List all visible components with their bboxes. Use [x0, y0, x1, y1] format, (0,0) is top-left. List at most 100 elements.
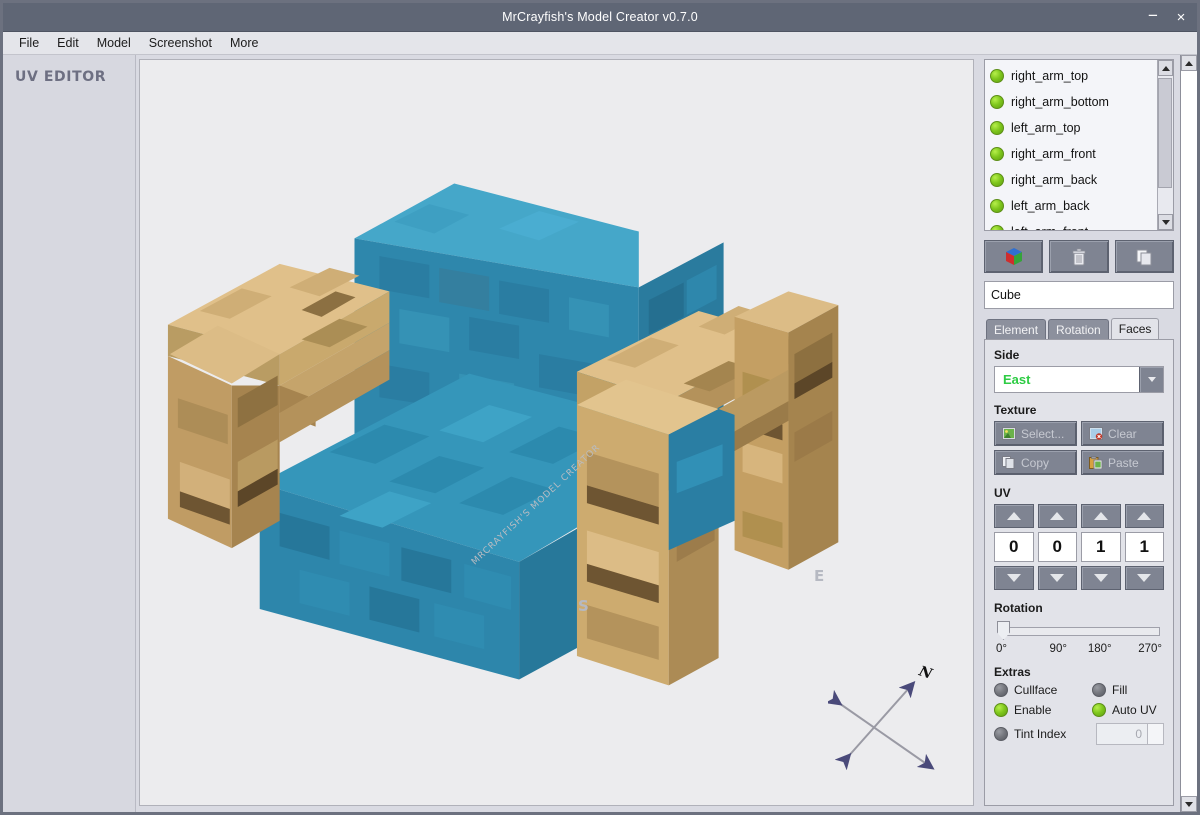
list-item[interactable]: left_arm_top: [990, 115, 1157, 141]
scroll-down-button[interactable]: [1158, 214, 1173, 230]
uv-decrement-v1[interactable]: [1037, 566, 1077, 590]
extras-options: Cullface Fill Enable Auto UV Tint Index …: [994, 683, 1164, 745]
application-window: MrCrayfish's Model Creator v0.7.0 − × Fi…: [0, 0, 1200, 815]
texture-copy-button[interactable]: Copy: [994, 450, 1077, 475]
rotation-tick-0: 0°: [996, 643, 1007, 655]
chevron-down-icon: [1161, 219, 1170, 225]
list-item[interactable]: right_arm_back: [990, 167, 1157, 193]
extras-autouv-label: Auto UV: [1112, 703, 1157, 717]
list-item[interactable]: right_arm_front: [990, 141, 1157, 167]
tab-element[interactable]: Element: [986, 319, 1047, 340]
chevron-up-icon: [1137, 512, 1152, 520]
copy-element-button[interactable]: [1114, 240, 1174, 273]
extras-autouv-toggle[interactable]: Auto UV: [1092, 703, 1164, 717]
chevron-up-icon: [1050, 512, 1065, 520]
tint-index-value: 0: [1135, 727, 1142, 741]
list-item[interactable]: right_arm_top: [990, 63, 1157, 89]
main-vertical-scrollbar[interactable]: [1180, 55, 1197, 812]
side-dropdown-arrow[interactable]: [1139, 367, 1163, 392]
tab-rotation[interactable]: Rotation: [1048, 319, 1109, 340]
scrollbar-thumb[interactable]: [1158, 78, 1172, 188]
property-tabs: Element Rotation Faces: [984, 318, 1174, 340]
uv-decrement-u1[interactable]: [994, 566, 1034, 590]
menu-edit[interactable]: Edit: [49, 34, 87, 52]
texture-copy-label: Copy: [1021, 455, 1050, 470]
tab-faces[interactable]: Faces: [1110, 318, 1160, 340]
main-body: UV EDITOR MRCRAYFISH'S MODEL CREATOR S E…: [3, 55, 1197, 812]
uv-section-label: UV: [994, 486, 1011, 500]
tint-index-input[interactable]: 0: [1096, 723, 1164, 745]
minimize-button[interactable]: −: [1145, 7, 1161, 24]
model-viewport[interactable]: MRCRAYFISH'S MODEL CREATOR S E N: [139, 59, 974, 806]
rotation-section-label: Rotation: [994, 601, 1043, 615]
toggle-led-icon: [994, 683, 1008, 697]
menu-file[interactable]: File: [11, 34, 47, 52]
close-button[interactable]: ×: [1173, 10, 1189, 25]
extras-fill-label: Fill: [1112, 683, 1128, 697]
main-scroll-up-button[interactable]: [1181, 55, 1197, 71]
chevron-up-icon: [1006, 512, 1021, 520]
extras-cullface-toggle[interactable]: Cullface: [994, 683, 1092, 697]
compass-widget: N: [824, 663, 938, 785]
side-dropdown[interactable]: East: [994, 366, 1164, 393]
uv-decrement-v2[interactable]: [1124, 566, 1164, 590]
menu-model[interactable]: Model: [89, 34, 139, 52]
texture-paste-label: Paste: [1108, 455, 1139, 470]
list-item[interactable]: left_arm_front: [990, 219, 1157, 230]
toggle-led-icon: [1092, 703, 1106, 717]
tint-index-spinner[interactable]: [1147, 724, 1163, 744]
uv-increment-u1[interactable]: [994, 504, 1034, 528]
list-item[interactable]: left_arm_back: [990, 193, 1157, 219]
texture-paste-button[interactable]: Paste: [1081, 450, 1164, 475]
uv-editor-title: UV EDITOR: [15, 69, 107, 85]
uv-value-u1[interactable]: 0: [994, 532, 1034, 562]
uv-decrement-u2[interactable]: [1081, 566, 1121, 590]
viewport-container: MRCRAYFISH'S MODEL CREATOR S E N: [136, 55, 980, 812]
right-panel: right_arm_top right_arm_bottom left_arm_…: [980, 55, 1180, 812]
delete-element-button[interactable]: [1049, 240, 1109, 273]
side-dropdown-value: East: [1003, 372, 1031, 387]
title-bar: MrCrayfish's Model Creator v0.7.0 − ×: [3, 3, 1197, 32]
uv-increment-u2[interactable]: [1081, 504, 1121, 528]
menu-screenshot[interactable]: Screenshot: [141, 34, 220, 52]
extras-fill-toggle[interactable]: Fill: [1092, 683, 1164, 697]
uv-value-v1[interactable]: 0: [1037, 532, 1077, 562]
extras-tintindex-toggle[interactable]: Tint Index: [994, 723, 1092, 745]
extras-enable-toggle[interactable]: Enable: [994, 703, 1092, 717]
rotation-slider-thumb[interactable]: [997, 621, 1010, 640]
texture-clear-button[interactable]: Clear: [1081, 421, 1164, 446]
element-name-input[interactable]: Cube: [984, 281, 1174, 309]
elements-list[interactable]: right_arm_top right_arm_bottom left_arm_…: [984, 59, 1174, 231]
main-scroll-down-button[interactable]: [1181, 796, 1197, 812]
toggle-led-icon: [1092, 683, 1106, 697]
texture-select-button[interactable]: Select...: [994, 421, 1077, 446]
scroll-up-button[interactable]: [1158, 60, 1173, 76]
list-item-label: right_arm_back: [1011, 173, 1098, 187]
rotation-slider-track[interactable]: [1004, 627, 1160, 636]
texture-buttons: Select... Clear Copy Paste: [994, 421, 1164, 475]
extras-cullface-label: Cullface: [1014, 683, 1058, 697]
texture-clear-label: Clear: [1108, 426, 1137, 441]
window-title: MrCrayfish's Model Creator v0.7.0: [502, 10, 698, 24]
list-item-label: right_arm_top: [1011, 69, 1089, 83]
uv-increment-v1[interactable]: [1037, 504, 1077, 528]
uv-value-u2[interactable]: 1: [1081, 532, 1121, 562]
duplicate-icon: [1136, 249, 1152, 265]
uv-value-v2[interactable]: 1: [1124, 532, 1164, 562]
list-item[interactable]: right_arm_bottom: [990, 89, 1157, 115]
status-led-icon: [990, 95, 1004, 109]
rotation-slider[interactable]: [994, 619, 1164, 641]
chevron-up-icon: [1093, 512, 1108, 520]
list-item-label: right_arm_bottom: [1011, 95, 1109, 109]
paste-icon: [1089, 456, 1103, 469]
chevron-up-icon: [1185, 60, 1193, 66]
uv-editor-sidebar: UV EDITOR: [3, 55, 136, 812]
menu-more[interactable]: More: [222, 34, 266, 52]
add-cube-button[interactable]: [984, 240, 1044, 273]
rotation-tick-90: 90°: [1049, 643, 1067, 655]
uv-increment-v2[interactable]: [1124, 504, 1164, 528]
chevron-down-icon: [1093, 574, 1108, 582]
list-item-label: left_arm_top: [1011, 121, 1081, 135]
menu-bar: File Edit Model Screenshot More: [3, 32, 1197, 55]
image-clear-icon: [1089, 427, 1103, 440]
